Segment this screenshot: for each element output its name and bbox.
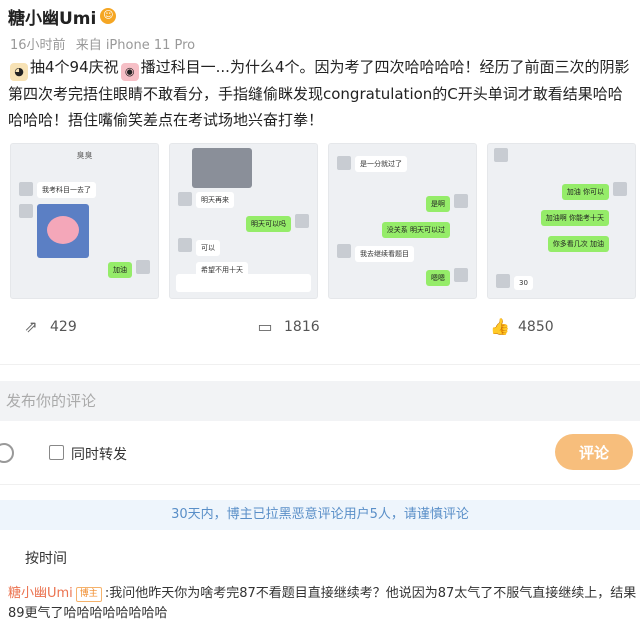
image-thumbnail-3[interactable]: 是一分就过了 是啊 没关系 明天可以过 我去继续看题目 嗯嗯 — [328, 143, 477, 299]
comment-icon: ▭ — [257, 317, 273, 336]
divider — [0, 364, 640, 365]
chat-bubble: 加油啊 你能考十天 — [540, 210, 609, 226]
image-grid: 臭臭 我考科目一去了 加油 明天再来 明天可以吗 可以 希望不用十天 是一分就过… — [10, 143, 636, 299]
post-actions: ⇗ 429 ▭ 1816 👍 4850 — [0, 318, 640, 344]
image-thumbnail-1[interactable]: 臭臭 我考科目一去了 加油 — [10, 143, 159, 299]
chat-avatar — [337, 156, 351, 170]
repost-label: 同时转发 — [71, 447, 127, 463]
comment-button[interactable]: ▭ 1816 — [256, 317, 320, 336]
share-button[interactable]: ⇗ 429 — [22, 317, 77, 336]
share-icon: ⇗ — [24, 317, 38, 336]
compose-row: 同时转发 — [0, 436, 640, 470]
chat-avatar — [136, 260, 150, 274]
like-count: 4850 — [518, 319, 554, 335]
thumbs-up-icon: 👍 — [490, 317, 510, 336]
post-text-part1: 抽4个94庆祝 — [30, 58, 119, 76]
like-button[interactable]: 👍 4850 — [490, 318, 554, 336]
chat-avatar — [494, 148, 508, 162]
chat-bubble: 明天可以吗 — [246, 216, 291, 232]
chat-avatar — [178, 192, 192, 206]
chat-bubble: 嗯嗯 — [426, 270, 450, 286]
chat-avatar — [19, 204, 33, 218]
image-thumbnail-2[interactable]: 明天再来 明天可以吗 可以 希望不用十天 — [169, 143, 318, 299]
chat-avatar — [496, 274, 510, 288]
post-meta: 16小时前 来自 iPhone 11 Pro — [10, 34, 201, 53]
chat-bubble: 可以 — [196, 240, 220, 256]
emoji-picker-icon[interactable] — [0, 443, 14, 463]
chat-bubble: 你多看几次 加油 — [547, 236, 609, 252]
chat-bubble: 我考科目一去了 — [37, 182, 96, 198]
pig-emoji-icon: ◉ — [120, 63, 139, 81]
chat-avatar — [178, 238, 192, 252]
chat-title: 臭臭 — [76, 151, 93, 160]
sticker-image — [37, 204, 89, 258]
sort-by-time[interactable]: 按时间 — [25, 548, 67, 568]
divider — [0, 484, 640, 485]
chat-bubble: 是啊 — [426, 196, 450, 212]
chat-avatar — [19, 182, 33, 196]
submit-comment-button[interactable]: 评论 — [555, 434, 633, 470]
comment-input[interactable] — [0, 381, 640, 421]
chat-bubble: 我去继续看题目 — [355, 246, 414, 262]
chat-avatar — [337, 244, 351, 258]
chat-bubble: 没关系 明天可以过 — [381, 222, 450, 238]
blocklist-notice: 30天内，博主已拉黑恶意评论用户5人，请谨慎评论 — [0, 500, 640, 530]
chat-input-bar — [176, 274, 311, 292]
post-header: 糖小幽Umi ☺ — [8, 4, 117, 29]
chat-bubble: 明天再来 — [196, 192, 234, 208]
post-time: 16小时前 — [10, 38, 66, 53]
chat-bubble: 加油 — [108, 262, 132, 278]
dog-emoji-icon: ◕ — [10, 63, 28, 81]
chat-avatar — [454, 194, 468, 208]
comment-text: :我问他昨天你为啥考完87不看题目直接继续考？他说因为87太气了不服气直接继续上… — [8, 586, 637, 621]
vip-emoji-icon: ☺ — [100, 8, 117, 24]
chat-bubble: 30 — [514, 276, 533, 290]
image-thumbnail-4[interactable]: 加油 你可以 加油啊 你能考十天 你多看几次 加油 30 — [487, 143, 636, 299]
comment-author[interactable]: 糖小幽Umi — [8, 586, 73, 601]
chat-avatar — [613, 182, 627, 196]
chat-avatar — [295, 214, 309, 228]
repost-checkbox[interactable] — [49, 445, 64, 460]
post-source: 来自 iPhone 11 Pro — [75, 38, 196, 53]
share-count: 429 — [50, 319, 77, 335]
post-text: ◕ 抽4个94庆祝 ◉ 播过科目一...为什么4个。因为考了四次哈哈哈哈！经历了前面三… — [8, 54, 634, 133]
author-name[interactable]: 糖小幽Umi — [8, 4, 96, 29]
photo-image — [192, 148, 252, 188]
chat-avatar — [454, 268, 468, 282]
comment-count: 1816 — [284, 319, 320, 335]
comment-item: 糖小幽Umi 博主:我问他昨天你为啥考完87不看题目直接继续考？他说因为87太气了… — [8, 584, 638, 623]
author-tag-badge: 博主 — [75, 587, 102, 602]
chat-bubble: 加油 你可以 — [561, 184, 609, 200]
chat-bubble: 是一分就过了 — [355, 156, 407, 172]
comment-input-container — [0, 381, 640, 421]
